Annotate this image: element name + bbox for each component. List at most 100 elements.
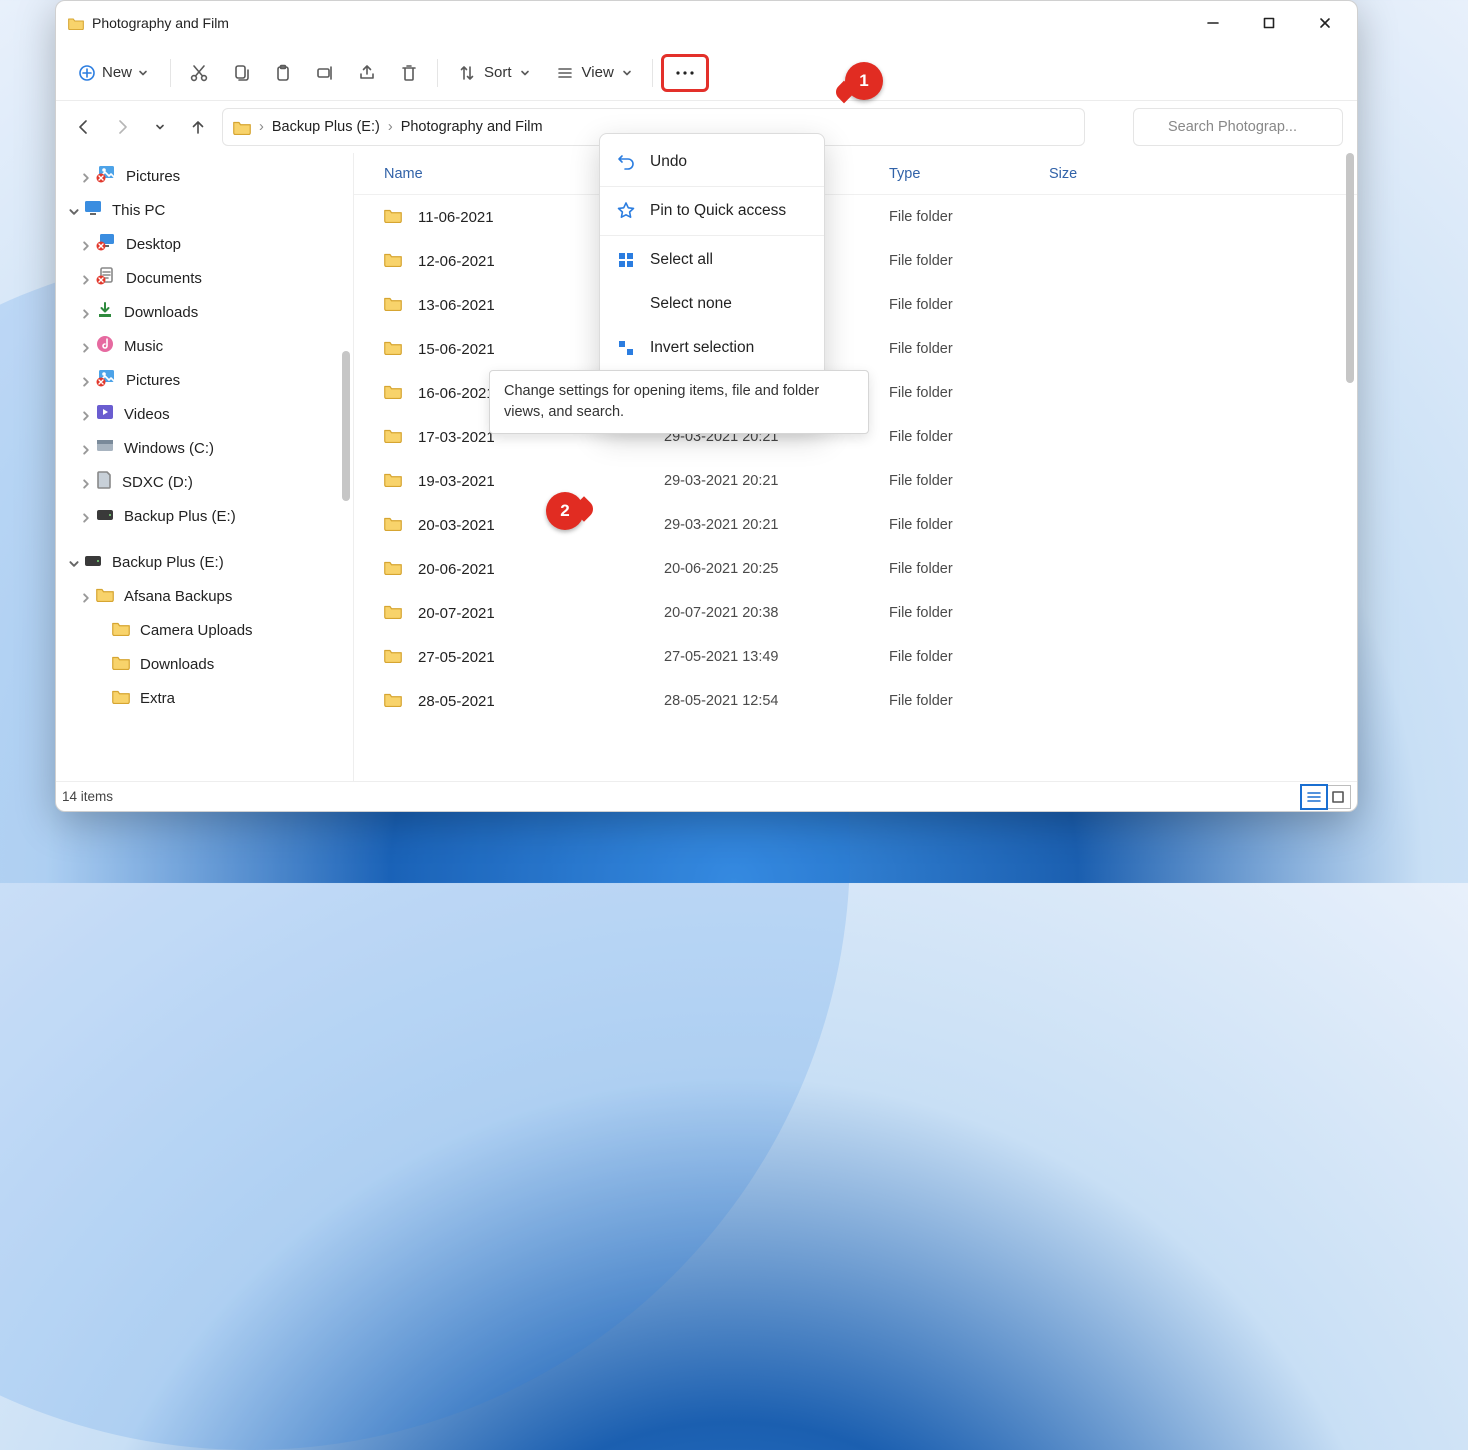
sidebar-item[interactable]: SDXC (D:) [56, 465, 353, 499]
status-bar: 14 items [56, 781, 1357, 811]
star-icon [616, 201, 636, 221]
sidebar-item-label: Backup Plus (E:) [124, 508, 236, 525]
sidebar-item[interactable]: Afsana Backups [56, 579, 353, 613]
file-row[interactable]: 19-03-202129-03-2021 20:21File folder [354, 459, 1357, 503]
details-view-button[interactable] [1302, 786, 1326, 808]
sidebar-item-icon [96, 165, 116, 187]
file-type: File folder [889, 429, 1049, 445]
breadcrumb[interactable]: Backup Plus (E:) [272, 119, 380, 135]
file-row[interactable]: 15-06-2021File folder [354, 327, 1357, 371]
sidebar-item-icon [96, 335, 114, 357]
scrollbar[interactable] [1346, 153, 1354, 781]
file-name: 20-07-2021 [418, 605, 495, 622]
file-type: File folder [889, 341, 1049, 357]
sidebar-item[interactable]: Backup Plus (E:) [56, 499, 353, 533]
folder-icon [384, 383, 402, 403]
sidebar-item[interactable]: Downloads [56, 295, 353, 329]
thumbnails-view-button[interactable] [1326, 786, 1350, 808]
file-date: 28-05-2021 12:54 [664, 693, 889, 709]
paste-button[interactable] [263, 53, 303, 93]
sidebar-item-label: Backup Plus (E:) [112, 554, 224, 571]
sidebar-item-icon [96, 404, 114, 424]
back-button[interactable] [70, 113, 98, 141]
chevron-icon [96, 659, 106, 669]
annotation-callout-2: 2 [546, 492, 584, 530]
refresh-button[interactable] [1095, 113, 1123, 141]
more-button[interactable] [661, 54, 709, 92]
file-list-pane: Name Type Size 11-06-2021File folder12-0… [354, 153, 1357, 781]
rename-button[interactable] [305, 53, 345, 93]
column-type[interactable]: Type [889, 166, 1049, 182]
chevron-down-icon [138, 68, 148, 78]
file-row[interactable]: 28-05-202128-05-2021 12:54File folder [354, 679, 1357, 723]
sidebar-item[interactable]: Desktop [56, 227, 353, 261]
sidebar-item[interactable]: Backup Plus (E:) [56, 545, 353, 579]
sidebar-item[interactable]: This PC [56, 193, 353, 227]
chevron-icon [80, 307, 90, 317]
sidebar-item[interactable]: Windows (C:) [56, 431, 353, 465]
view-switch [1301, 785, 1351, 809]
forward-button[interactable] [108, 113, 136, 141]
file-row[interactable]: 20-07-202120-07-2021 20:38File folder [354, 591, 1357, 635]
recent-locations-button[interactable] [146, 113, 174, 141]
folder-icon [384, 251, 402, 271]
file-row[interactable]: 12-06-2021File folder [354, 239, 1357, 283]
folder-icon [384, 207, 402, 227]
file-name: 13-06-2021 [418, 297, 495, 314]
scrollbar-thumb[interactable] [342, 351, 350, 501]
sidebar-item-label: Videos [124, 406, 170, 423]
copy-button[interactable] [221, 53, 261, 93]
delete-button[interactable] [389, 53, 429, 93]
search-input[interactable]: Search Photograp... [1133, 108, 1343, 146]
chevron-icon [80, 591, 90, 601]
sidebar-item-icon [84, 554, 102, 571]
new-button[interactable]: New [64, 53, 162, 93]
file-row[interactable]: 27-05-202127-05-2021 13:49File folder [354, 635, 1357, 679]
file-type: File folder [889, 561, 1049, 577]
menu-select-all[interactable]: Select all [600, 238, 824, 282]
sidebar-item[interactable]: Downloads [56, 647, 353, 681]
sort-button[interactable]: Sort [446, 53, 542, 93]
file-row[interactable]: 13-06-2021File folder [354, 283, 1357, 327]
sidebar-item[interactable]: Pictures [56, 159, 353, 193]
sidebar-item[interactable]: Camera Uploads [56, 613, 353, 647]
minimize-button[interactable] [1185, 1, 1241, 45]
sidebar-item[interactable]: Videos [56, 397, 353, 431]
folder-icon [68, 16, 84, 30]
chevron-icon [80, 239, 90, 249]
share-button[interactable] [347, 53, 387, 93]
file-type: File folder [889, 473, 1049, 489]
sidebar-item-label: Extra [140, 690, 175, 707]
file-type: File folder [889, 649, 1049, 665]
scrollbar-thumb[interactable] [1346, 153, 1354, 383]
chevron-icon [96, 625, 106, 635]
sidebar-item[interactable]: Extra [56, 681, 353, 715]
folder-icon [384, 515, 402, 535]
chevron-down-icon[interactable] [1064, 122, 1074, 132]
file-row[interactable]: 20-03-202129-03-2021 20:21File folder [354, 503, 1357, 547]
cut-button[interactable] [179, 53, 219, 93]
column-size[interactable]: Size [1049, 166, 1169, 182]
breadcrumb[interactable]: Photography and Film [401, 119, 543, 135]
close-button[interactable] [1297, 1, 1353, 45]
file-row[interactable]: 11-06-2021File folder [354, 195, 1357, 239]
menu-undo[interactable]: Undo [600, 140, 824, 184]
maximize-button[interactable] [1241, 1, 1297, 45]
sidebar-item-icon [96, 301, 114, 323]
file-row[interactable]: 20-06-202120-06-2021 20:25File folder [354, 547, 1357, 591]
file-name: 19-03-2021 [418, 473, 495, 490]
sidebar-item-label: Windows (C:) [124, 440, 214, 457]
sidebar-item-label: Downloads [140, 656, 214, 673]
menu-pin-quick-access[interactable]: Pin to Quick access [600, 189, 824, 233]
file-name: 20-06-2021 [418, 561, 495, 578]
menu-select-none[interactable]: Select none [600, 282, 824, 326]
folder-icon [384, 295, 402, 315]
sidebar-item[interactable]: Documents [56, 261, 353, 295]
view-button[interactable]: View [544, 53, 644, 93]
sidebar-item[interactable]: Pictures [56, 363, 353, 397]
sidebar-item[interactable]: Music [56, 329, 353, 363]
sidebar-item-icon [112, 654, 130, 674]
up-button[interactable] [184, 113, 212, 141]
menu-invert-selection[interactable]: Invert selection [600, 326, 824, 370]
menu-separator [600, 186, 824, 187]
